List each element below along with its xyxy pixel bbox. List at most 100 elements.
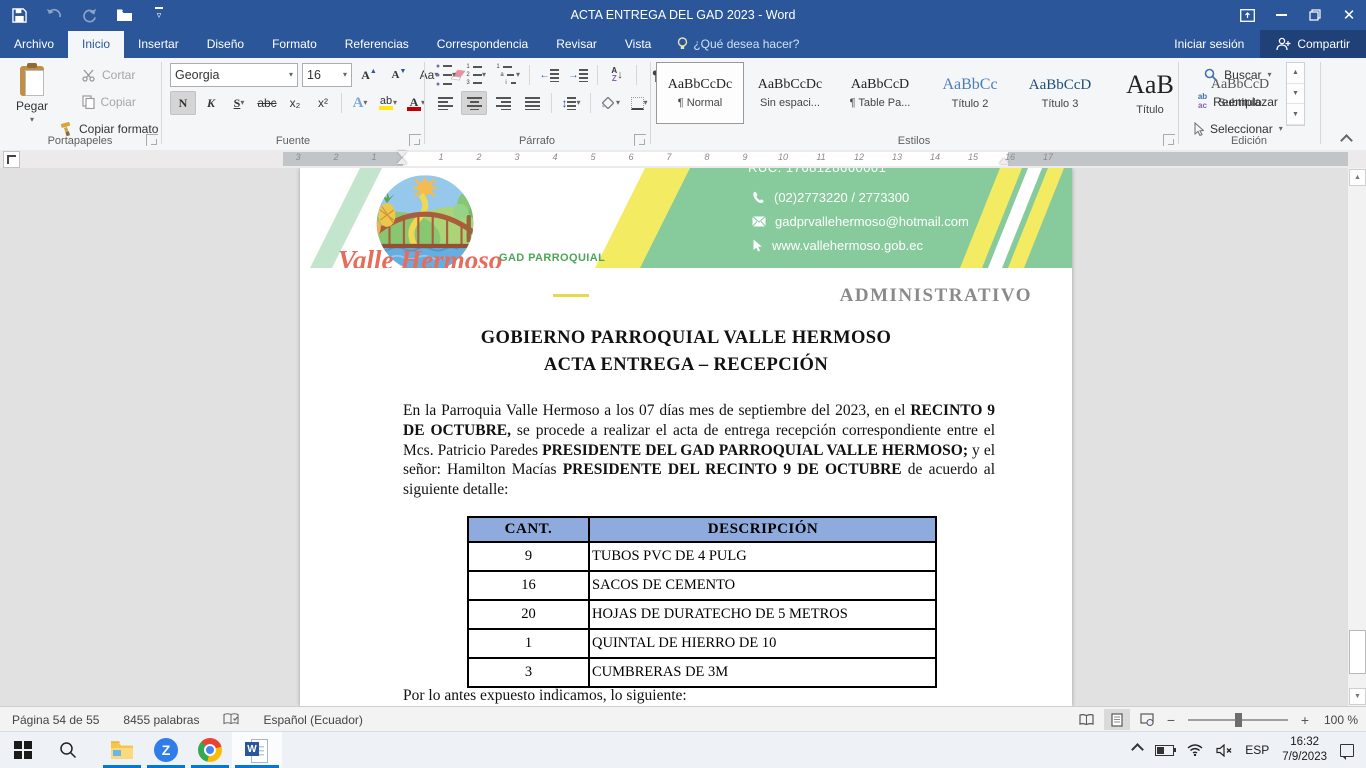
wifi-icon[interactable] (1187, 744, 1203, 756)
body-paragraph[interactable]: En la Parroquia Valle Hermoso a los 07 d… (403, 401, 995, 500)
word-count[interactable]: 8455 palabras (111, 713, 211, 727)
table-row[interactable]: 3CUMBRERAS DE 3M (468, 658, 936, 687)
redo-icon[interactable] (78, 4, 100, 26)
shrink-font-button[interactable]: A▼ (386, 63, 412, 87)
scroll-down-icon[interactable]: ▼ (1349, 688, 1366, 705)
line-spacing-button[interactable]: ↕▾ (558, 91, 584, 115)
zoom-slider[interactable] (1188, 719, 1288, 721)
font-size-combo[interactable]: 16▾ (302, 63, 352, 87)
subscript-button[interactable]: x₂ (282, 91, 308, 115)
superscript-button[interactable]: x² (310, 91, 336, 115)
align-left-button[interactable] (432, 91, 458, 115)
style-sin-espacio[interactable]: AaBbCcDcSin espaci... (746, 62, 834, 124)
vertical-scrollbar[interactable]: ▲ ▼ (1347, 168, 1366, 706)
taskbar-word[interactable]: W (232, 732, 282, 768)
share-button[interactable]: Compartir (1260, 30, 1366, 58)
style-titulo[interactable]: AaBTítulo (1106, 62, 1194, 124)
zoom-slider-handle[interactable] (1235, 713, 1242, 727)
clipboard-dialog-launcher[interactable] (146, 134, 158, 146)
highlight-color-button[interactable]: ab▾ (375, 91, 401, 115)
items-table[interactable]: CANT. DESCRIPCIÓN 9TUBOS PVC DE 4 PULG16… (467, 516, 937, 688)
font-dialog-launcher[interactable] (409, 134, 421, 146)
tab-insertar[interactable]: Insertar (124, 31, 193, 58)
styles-scroll-down-icon[interactable]: ▼ (1287, 84, 1304, 105)
bullets-button[interactable]: ●●●▾ (432, 63, 459, 87)
shading-button[interactable]: ▾ (597, 91, 623, 115)
tab-referencias[interactable]: Referencias (331, 31, 423, 58)
underline-button[interactable]: S▾ (226, 91, 252, 115)
scrollbar-thumb[interactable] (1349, 630, 1366, 674)
restore-button[interactable] (1298, 0, 1332, 30)
tab-stop-selector[interactable] (3, 151, 20, 168)
multilevel-list-button[interactable]: 1ai▾ (492, 63, 523, 87)
text-effects-button[interactable]: A▾ (347, 91, 373, 115)
replace-button[interactable]: abac Reemplazar (1192, 91, 1284, 112)
action-center-icon[interactable] (1340, 744, 1354, 757)
styles-dialog-launcher[interactable] (1163, 134, 1175, 146)
tab-formato[interactable]: Formato (258, 31, 331, 58)
battery-icon[interactable] (1155, 745, 1174, 756)
taskbar-file-explorer[interactable] (100, 732, 144, 768)
print-layout-icon[interactable] (1104, 709, 1130, 730)
copy-button[interactable]: Copiar (58, 91, 159, 113)
tray-language[interactable]: ESP (1245, 743, 1269, 757)
proofing-status[interactable] (211, 713, 251, 726)
styles-more-icon[interactable]: ▼ (1287, 104, 1304, 125)
styles-scroll-up-icon[interactable]: ▲ (1287, 63, 1304, 84)
tab-correspondencia[interactable]: Correspondencia (423, 31, 542, 58)
align-right-button[interactable] (490, 91, 516, 115)
horizontal-ruler[interactable]: 321 123456789101112131415 1617 (283, 152, 1348, 166)
table-row[interactable]: 16SACOS DE CEMENTO (468, 571, 936, 600)
tab-archivo[interactable]: Archivo (0, 31, 68, 58)
font-name-combo[interactable]: Georgia▾ (170, 63, 298, 87)
borders-button[interactable]: ▾ (626, 91, 652, 115)
document-page[interactable]: RUC: 1768128660001 (02)2773220 / 2773300… (300, 168, 1072, 706)
italic-button[interactable]: K (198, 91, 224, 115)
sign-in-link[interactable]: Iniciar sesión (1158, 37, 1260, 51)
open-icon[interactable] (113, 4, 135, 26)
save-icon[interactable] (8, 4, 30, 26)
scroll-up-icon[interactable]: ▲ (1349, 169, 1366, 186)
style-titulo-2[interactable]: AaBbCcTítulo 2 (926, 62, 1014, 124)
tray-expand-icon[interactable] (1133, 741, 1142, 759)
tray-clock[interactable]: 16:32 7/9/2023 (1282, 735, 1327, 765)
strikethrough-button[interactable]: abc (254, 91, 280, 115)
start-button[interactable] (0, 732, 46, 768)
increase-indent-button[interactable]: → (565, 63, 591, 87)
table-row[interactable]: 20HOJAS DE DURATECHO DE 5 METROS (468, 600, 936, 629)
taskbar-chrome[interactable] (188, 732, 232, 768)
language-indicator[interactable]: Español (Ecuador) (251, 713, 374, 727)
tab-vista[interactable]: Vista (611, 31, 665, 58)
hanging-indent-marker[interactable] (397, 158, 407, 164)
ribbon-display-options-icon[interactable] (1230, 0, 1264, 30)
numbering-button[interactable]: 123▾ (462, 63, 489, 87)
font-color-button[interactable]: A▾ (403, 91, 429, 115)
style-normal[interactable]: AaBbCcDc¶ Normal (656, 62, 744, 124)
page-indicator[interactable]: Página 54 de 55 (0, 713, 111, 727)
customize-qat-icon[interactable]: ▿ (148, 4, 170, 26)
taskbar-search-button[interactable] (46, 732, 90, 768)
cut-button[interactable]: Cortar (58, 64, 159, 86)
document-area[interactable]: RUC: 1768128660001 (02)2773220 / 2773300… (0, 168, 1366, 706)
undo-icon[interactable] (43, 4, 65, 26)
right-indent-marker[interactable] (999, 158, 1009, 164)
zoom-out-icon[interactable]: − (1164, 712, 1178, 728)
zoom-level[interactable]: 100 % (1324, 713, 1358, 727)
web-layout-icon[interactable] (1134, 709, 1160, 730)
justify-button[interactable] (519, 91, 545, 115)
table-row[interactable]: 1QUINTAL DE HIERRO DE 10 (468, 629, 936, 658)
grow-font-button[interactable]: A▲ (356, 63, 382, 87)
tell-me-box[interactable]: ¿Qué desea hacer? (665, 31, 811, 58)
collapse-ribbon-icon[interactable] (1342, 134, 1354, 142)
zoom-in-icon[interactable]: + (1298, 712, 1312, 728)
sort-button[interactable]: AZ↓ (604, 63, 630, 87)
volume-muted-icon[interactable] (1216, 744, 1232, 757)
minimize-button[interactable] (1264, 0, 1298, 30)
close-button[interactable]: ✕ (1332, 0, 1366, 30)
tab-inicio[interactable]: Inicio (68, 31, 124, 58)
paragraph-dialog-launcher[interactable] (634, 134, 646, 146)
tab-diseno[interactable]: Diseño (193, 31, 258, 58)
read-mode-icon[interactable] (1074, 709, 1100, 730)
table-row[interactable]: 9TUBOS PVC DE 4 PULG (468, 542, 936, 571)
align-center-button[interactable] (461, 91, 487, 115)
